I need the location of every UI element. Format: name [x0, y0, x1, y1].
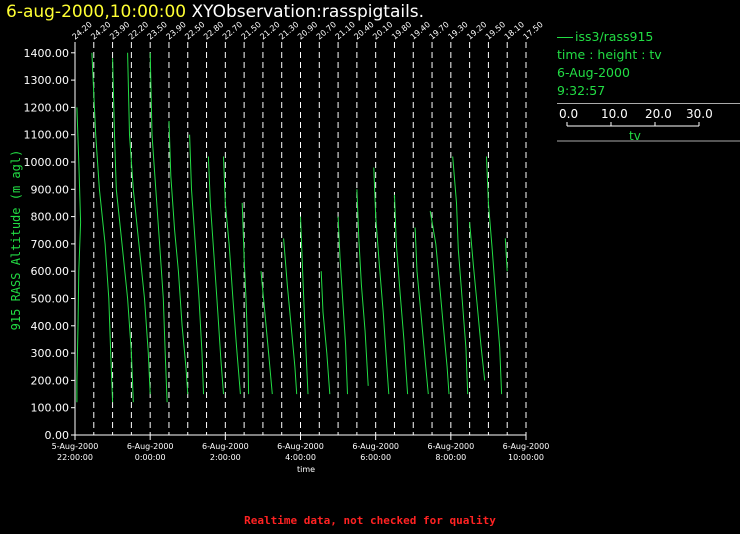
- profile-line-7: [207, 156, 224, 395]
- profile-line-12: [300, 216, 309, 395]
- x-tick-date-6: 6-Aug-2000: [503, 442, 550, 451]
- y-tick-label-8: 800.00: [31, 211, 70, 224]
- profile-line-2: [112, 58, 134, 403]
- profile-label-10: 21.20: [258, 20, 281, 42]
- profile-label-7: 22.80: [202, 20, 225, 42]
- y-tick-label-3: 300.00: [31, 347, 70, 360]
- profile-label-22: 19.50: [484, 20, 507, 42]
- legend-series: iss3/rass915: [557, 28, 740, 46]
- x-tick-date-0: 5-Aug-2000: [52, 442, 99, 451]
- y-tick-label-6: 600.00: [31, 265, 70, 278]
- profile-line-19: [429, 211, 450, 395]
- profile-label-16: 20.10: [371, 20, 394, 42]
- quality-note: Realtime data, not checked for quality: [244, 514, 496, 527]
- profile-label-2: 23.90: [108, 20, 131, 42]
- scale-tick-label-1: 10.0: [601, 107, 628, 121]
- profile-line-14: [337, 216, 348, 395]
- profile-label-6: 22.50: [183, 20, 206, 42]
- y-tick-label-13: 1300.00: [24, 74, 70, 87]
- legend-line4: 9:32:57: [557, 83, 606, 98]
- profile-line-4: [149, 52, 168, 403]
- profile-label-14: 21.10: [334, 20, 357, 42]
- profile-label-21: 19.20: [465, 20, 488, 42]
- x-axis-ticks: 5-Aug-2000 22:00:00 6-Aug-2000 0:00:00 6-Aug…: [52, 435, 550, 462]
- y-tick-label-10: 1000.00: [24, 156, 70, 169]
- legend-divider: [557, 103, 740, 104]
- profile-label-1: 24.20: [89, 20, 112, 42]
- legend-line2: time : height : tv: [557, 47, 662, 62]
- x-axis-label: time: [297, 465, 315, 474]
- profile-labels: 24.2024.2023.9022.2023.5023.9022.5022.80…: [71, 20, 545, 42]
- profile-label-3: 22.20: [127, 20, 150, 42]
- chart-plot: 915 RASS Altitude (m agl) 0.00 100.00 200.…: [9, 20, 550, 474]
- profile-label-17: 19.80: [390, 20, 413, 42]
- x-tick-time-6: 10:00:00: [508, 453, 544, 462]
- scale-tick-label-0: 0.0: [559, 107, 578, 121]
- legend: iss3/rass915 time : height : tv 6-Aug-20…: [557, 28, 740, 104]
- profile-line-16: [373, 167, 390, 395]
- y-tick-label-7: 700.00: [31, 238, 70, 251]
- profile-line-6: [189, 134, 204, 395]
- profile-label-9: 21.50: [240, 20, 263, 42]
- profile-label-12: 20.90: [296, 20, 319, 42]
- profile-label-18: 19.40: [409, 20, 432, 42]
- profile-line-18: [414, 227, 429, 395]
- profile-line-11: [283, 238, 298, 395]
- x-tick-time-3: 4:00:00: [285, 453, 316, 462]
- profile-line-9: [241, 202, 250, 395]
- y-tick-label-0: 0.00: [45, 429, 70, 442]
- legend-line3: 6-Aug-2000: [557, 65, 630, 80]
- y-tick-label-12: 1200.00: [24, 101, 70, 114]
- legend-series-label: iss3/rass915: [575, 29, 654, 44]
- profile-line-8: [223, 156, 241, 395]
- x-tick-time-1: 0:00:00: [135, 453, 166, 462]
- scale-label: tv: [629, 129, 641, 142]
- x-tick-time-2: 2:00:00: [210, 453, 241, 462]
- x-tick-date-1: 6-Aug-2000: [127, 442, 174, 451]
- profile-line-13: [320, 271, 331, 395]
- profile-label-15: 20.40: [352, 20, 375, 42]
- profile-line-21: [469, 222, 486, 381]
- scale-tick-label-3: 30.0: [686, 107, 713, 121]
- profile-label-23: 18.10: [503, 20, 526, 42]
- profile-line-0: [76, 107, 82, 403]
- x-tick-date-4: 6-Aug-2000: [352, 442, 399, 451]
- scale-tick-label-2: 20.0: [645, 107, 672, 121]
- y-tick-label-14: 1400.00: [24, 47, 70, 60]
- x-tick-time-4: 6:00:00: [360, 453, 391, 462]
- x-tick-time-5: 8:00:00: [435, 453, 466, 462]
- profile-label-0: 24.20: [71, 20, 94, 42]
- legend-scale: 0.0 10.0 20.0 30.0 tv: [557, 107, 740, 142]
- x-tick-date-3: 6-Aug-2000: [277, 442, 324, 451]
- profile-label-20: 19.30: [446, 20, 469, 42]
- y-tick-label-9: 900.00: [31, 183, 70, 196]
- profile-label-5: 23.90: [164, 20, 187, 42]
- profile-label-11: 21.30: [277, 20, 300, 42]
- profile-label-13: 20.70: [315, 20, 338, 42]
- profile-label-19: 19.70: [428, 20, 451, 42]
- y-axis-ticks: 0.00 100.00 200.00 300.00 400.00 500.00 600.00…: [24, 47, 75, 442]
- x-tick-date-5: 6-Aug-2000: [427, 442, 474, 451]
- profile-label-4: 23.50: [146, 20, 169, 42]
- y-tick-label-5: 500.00: [31, 293, 70, 306]
- y-axis-label: 915 RASS Altitude (m agl): [9, 150, 23, 331]
- profile-label-24: 17.50: [522, 20, 545, 42]
- profile-line-1: [91, 52, 114, 403]
- profile-line-15: [356, 189, 369, 386]
- y-tick-label-2: 200.00: [31, 374, 70, 387]
- profile-lines: [76, 52, 508, 403]
- y-tick-label-4: 400.00: [31, 320, 70, 333]
- legend-line-swatch: [557, 37, 573, 38]
- profile-line-20: [452, 156, 469, 395]
- x-tick-time-0: 22:00:00: [57, 453, 93, 462]
- x-tick-date-2: 6-Aug-2000: [202, 442, 249, 451]
- profile-line-5: [168, 120, 189, 395]
- y-tick-label-1: 100.00: [31, 402, 70, 415]
- y-tick-label-11: 1100.00: [24, 129, 70, 142]
- profile-label-8: 22.70: [221, 20, 244, 42]
- profile-line-17: [394, 194, 409, 395]
